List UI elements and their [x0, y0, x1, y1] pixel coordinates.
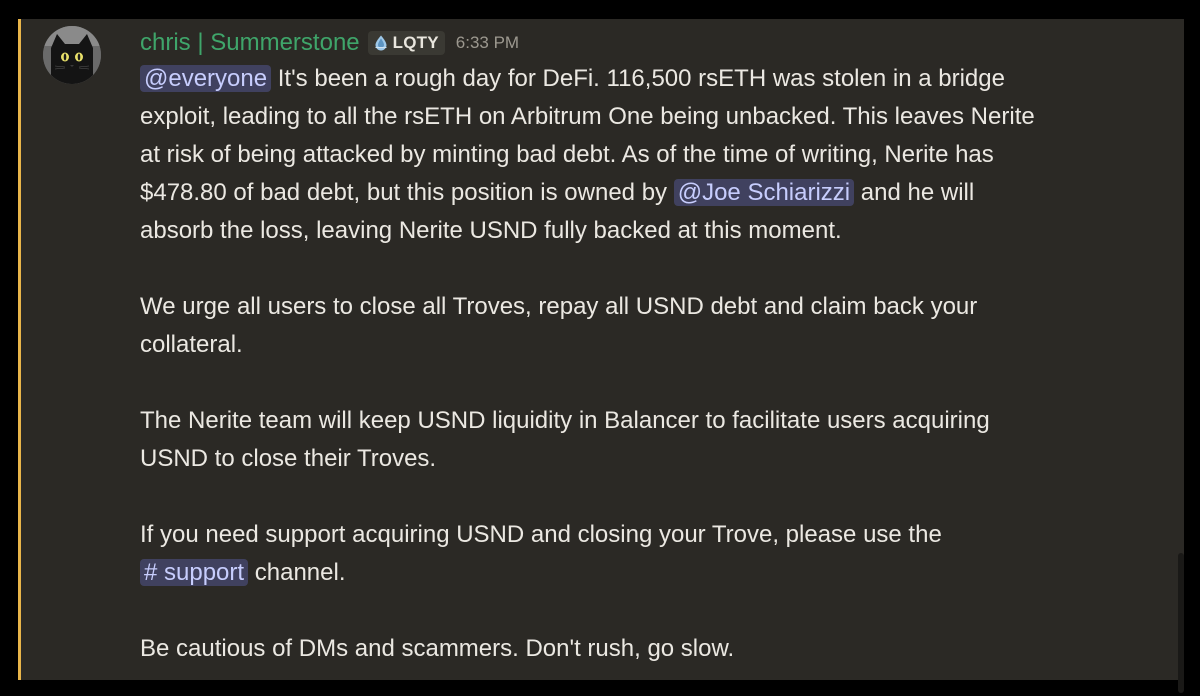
text-line: at risk of being attacked by minting bad… [140, 141, 994, 168]
text-line: # support channel. [140, 554, 1170, 592]
message-header: chris | Summerstone LQTY 6:33 PM [140, 28, 519, 58]
text-line: exploit, leading to all the rsETH on Arb… [140, 103, 1035, 130]
text-line: USND to close their Troves. [140, 445, 437, 472]
paragraph-5: Be cautious of DMs and scammers. Don't r… [140, 630, 1170, 668]
text-line: Be cautious of DMs and scammers. Don't r… [140, 635, 735, 662]
author-avatar[interactable] [43, 26, 101, 84]
text-segment: It's been a rough day for DeFi. 116,500 … [271, 65, 1005, 92]
mention-everyone[interactable]: @everyone [140, 65, 272, 92]
message-timestamp[interactable]: 6:33 PM [456, 33, 519, 53]
text-line: We urge all users to close all Troves, r… [140, 293, 978, 320]
paragraph-2: We urge all users to close all Troves, r… [140, 288, 1170, 364]
paragraph-4: If you need support acquiring USND and c… [140, 516, 1170, 592]
text-line: The Nerite team will keep USND liquidity… [140, 407, 990, 434]
text-line: If you need support acquiring USND and c… [140, 521, 942, 548]
paragraph-1: @everyone It's been a rough day for DeFi… [140, 60, 1170, 250]
text-segment: channel. [248, 559, 346, 586]
channel-link-support[interactable]: # support [140, 559, 249, 586]
role-tag[interactable]: LQTY [367, 31, 445, 55]
message-content: @everyone It's been a rough day for DeFi… [140, 60, 1170, 668]
text-line: @everyone It's been a rough day for DeFi… [140, 60, 1170, 98]
paragraph-3: The Nerite team will keep USND liquidity… [140, 402, 1170, 478]
scrollbar-thumb[interactable] [1178, 553, 1184, 693]
text-line: $478.80 of bad debt, but this position i… [140, 174, 1170, 212]
text-segment: $478.80 of bad debt, but this position i… [140, 179, 674, 206]
chat-viewport: chris | Summerstone LQTY 6:33 PM @everyo… [0, 0, 1200, 696]
text-line: absorb the loss, leaving Nerite USND ful… [140, 217, 842, 244]
text-segment: and he will [854, 179, 975, 206]
lqty-drop-icon [375, 35, 387, 51]
chat-message: chris | Summerstone LQTY 6:33 PM @everyo… [18, 19, 1184, 693]
text-line: collateral. [140, 331, 243, 358]
black-cat-avatar-icon [43, 26, 101, 84]
mention-user[interactable]: @Joe Schiarizzi [673, 179, 855, 206]
author-name[interactable]: chris | Summerstone [140, 28, 360, 58]
role-tag-label: LQTY [392, 33, 439, 52]
